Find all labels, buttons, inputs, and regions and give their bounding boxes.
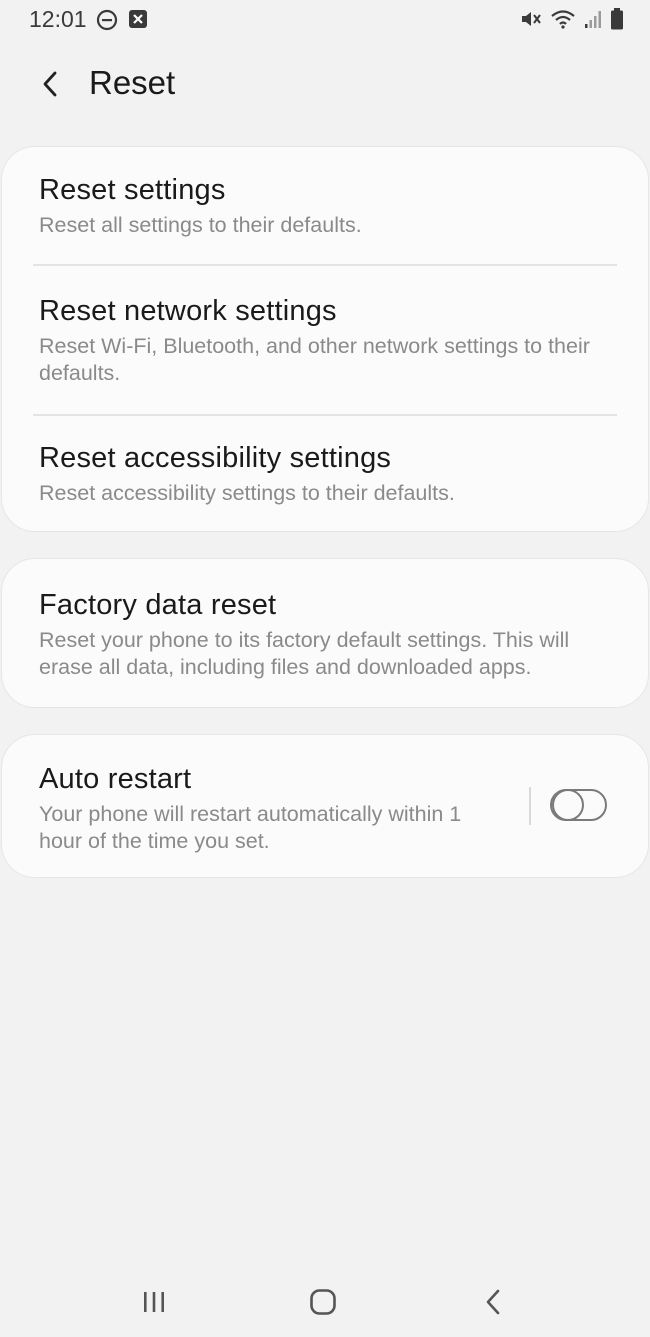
recent-apps-button[interactable]: [124, 1282, 184, 1322]
back-arrow-icon: [43, 71, 57, 97]
auto-restart-card: Auto restart Your phone will restart aut…: [1, 734, 649, 878]
reset-network-settings-item[interactable]: Reset network settings Reset Wi-Fi, Blue…: [2, 293, 648, 387]
nav-back-icon: [486, 1289, 500, 1315]
recent-apps-icon: [144, 1292, 164, 1312]
home-button[interactable]: [293, 1282, 353, 1322]
divider: [33, 414, 617, 416]
wifi-icon: [550, 9, 576, 29]
reset-settings-item[interactable]: Reset settings Reset all settings to the…: [2, 172, 648, 239]
auto-restart-toggle[interactable]: [550, 788, 607, 821]
item-title: Auto restart: [39, 763, 192, 795]
item-title: Factory data reset: [39, 589, 277, 621]
navigation-bar: [0, 1262, 650, 1337]
item-title: Reset accessibility settings: [39, 442, 392, 474]
page-title: Reset: [89, 64, 176, 101]
factory-data-reset-item[interactable]: Factory data reset Reset your phone to i…: [2, 587, 648, 681]
signal-icon: [584, 9, 602, 29]
divider: [33, 264, 617, 266]
notification-icon: [128, 9, 148, 31]
header: Reset: [0, 56, 650, 112]
item-subtitle: Reset accessibility settings to their de…: [39, 481, 455, 505]
item-subtitle: Reset Wi-Fi, Bluetooth, and other networ…: [39, 334, 590, 385]
toggle-separator: [529, 787, 531, 825]
factory-reset-card: Factory data reset Reset your phone to i…: [1, 558, 649, 708]
back-button[interactable]: [28, 62, 72, 106]
item-title: Reset network settings: [39, 295, 337, 327]
battery-icon: [610, 8, 624, 30]
nav-back-button[interactable]: [463, 1282, 523, 1322]
item-title: Reset settings: [39, 174, 226, 206]
reset-options-card: Reset settings Reset all settings to the…: [1, 146, 649, 532]
item-subtitle: Your phone will restart automatically wi…: [39, 802, 462, 853]
home-icon: [310, 1289, 336, 1315]
status-time: 12:01: [29, 6, 87, 32]
status-bar: 12:01: [0, 0, 650, 38]
do-not-disturb-icon: [96, 9, 118, 31]
item-subtitle: Reset your phone to its factory default …: [39, 628, 570, 679]
toggle-knob: [552, 788, 584, 821]
mute-icon: [520, 9, 542, 29]
reset-accessibility-settings-item[interactable]: Reset accessibility settings Reset acces…: [2, 440, 648, 507]
reset-screen: 12:01 Reset Reset settings Reset all set…: [0, 0, 650, 1337]
item-subtitle: Reset all settings to their defaults.: [39, 213, 362, 237]
